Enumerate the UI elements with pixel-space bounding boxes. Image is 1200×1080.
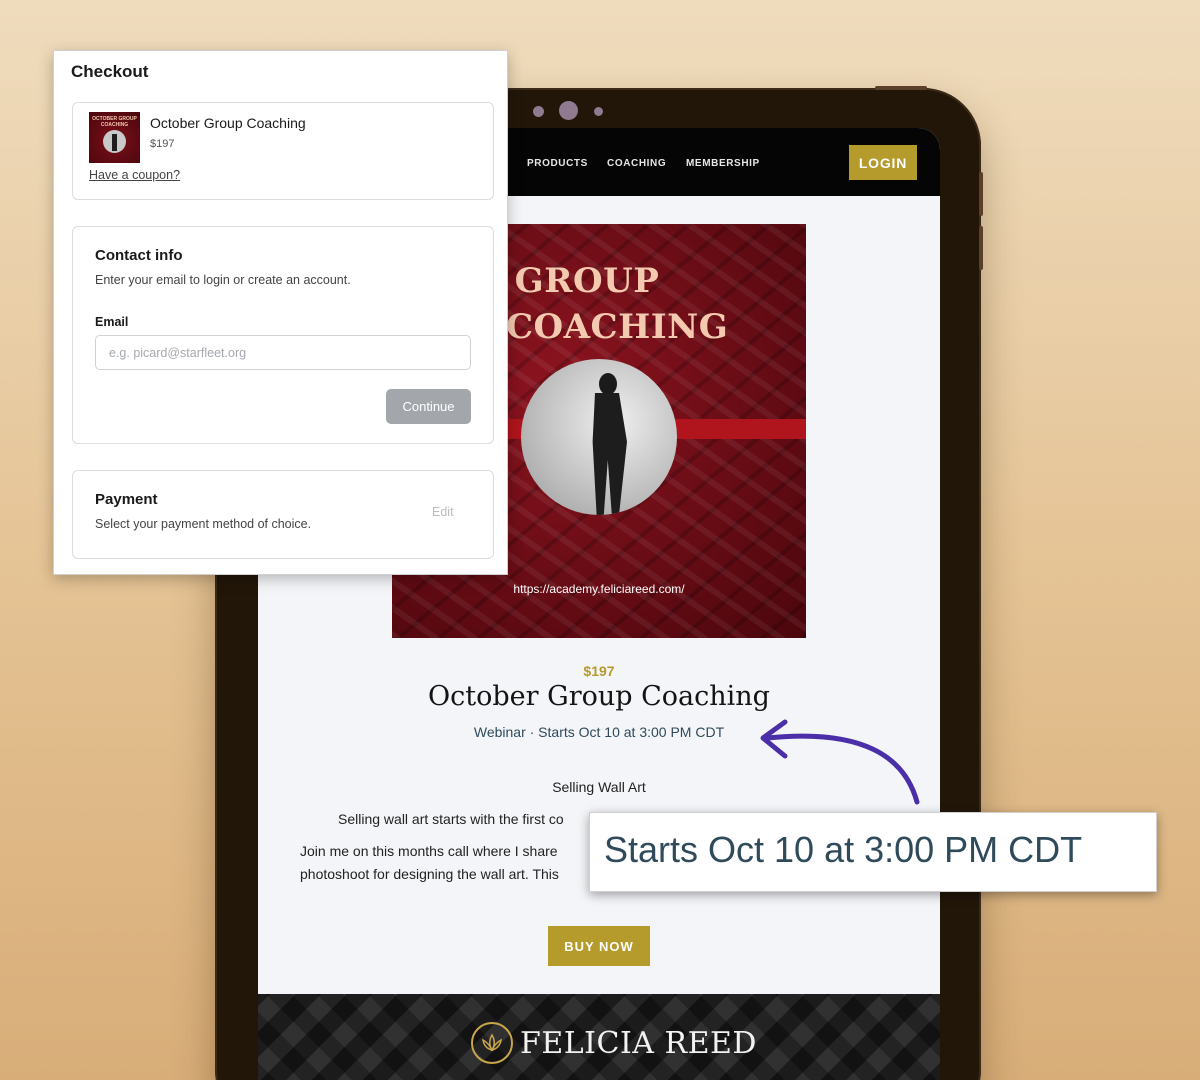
login-button[interactable]: LOGIN <box>849 145 917 180</box>
portrait-head <box>599 373 617 395</box>
zoom-callout: Starts Oct 10 at 3:00 PM CDT <box>589 812 1157 892</box>
payment-edit-link[interactable]: Edit <box>432 505 454 519</box>
tablet-sensor <box>533 106 544 117</box>
contact-info-subtitle: Enter your email to login or create an a… <box>95 273 351 287</box>
hero-portrait-photo <box>521 359 677 515</box>
product-title: October Group Coaching <box>428 681 770 712</box>
product-price: $197 <box>583 663 615 679</box>
tablet-camera <box>559 101 578 120</box>
nav-link-products[interactable]: PRODUCTS <box>527 158 588 169</box>
contact-info-heading: Contact info <box>95 247 183 264</box>
payment-heading: Payment <box>95 491 158 508</box>
description-line-2: Join me on this months call where I shar… <box>300 843 558 859</box>
nav-link-membership[interactable]: MEMBERSHIP <box>686 158 760 169</box>
payment-subtitle: Select your payment method of choice. <box>95 517 312 531</box>
checkout-item-name: October Group Coaching <box>150 115 306 131</box>
site-footer: FELICIA REED <box>258 994 940 1080</box>
checkout-panel: Checkout OCTOBER GROUP COACHING October … <box>53 50 508 575</box>
buy-now-button[interactable]: BUY NOW <box>548 926 650 966</box>
tablet-volume-up-button <box>979 172 983 216</box>
curved-arrow-icon <box>760 719 920 805</box>
contact-info-card: Contact info Enter your email to login o… <box>72 226 494 444</box>
email-label: Email <box>95 315 129 329</box>
checkout-title: Checkout <box>71 62 149 81</box>
product-thumbnail: OCTOBER GROUP COACHING <box>89 112 140 163</box>
lotus-icon <box>471 1022 513 1064</box>
continue-button[interactable]: Continue <box>386 389 471 424</box>
coupon-link[interactable]: Have a coupon? <box>89 168 180 182</box>
tablet-top-button <box>875 86 927 90</box>
description-line-1: Selling wall art starts with the first c… <box>338 811 564 827</box>
checkout-item-card: OCTOBER GROUP COACHING October Group Coa… <box>72 102 494 200</box>
checkout-item-price: $197 <box>150 138 175 150</box>
thumbnail-title: OCTOBER GROUP COACHING <box>92 116 137 128</box>
email-field[interactable] <box>95 335 471 370</box>
footer-logo-text: FELICIA REED <box>520 1026 757 1061</box>
tablet-flash <box>594 107 603 116</box>
thumbnail-figure <box>112 134 117 151</box>
payment-card: Payment Select your payment method of ch… <box>72 470 494 559</box>
callout-start-time: Starts Oct 10 at 3:00 PM CDT <box>604 829 1083 870</box>
hero-url: https://academy.feliciareed.com/ <box>513 582 685 596</box>
tablet-volume-down-button <box>979 226 983 270</box>
nav-link-coaching[interactable]: COACHING <box>607 158 666 169</box>
portrait-body <box>592 393 627 515</box>
description-line-3: photoshoot for designing the wall art. T… <box>300 866 559 882</box>
